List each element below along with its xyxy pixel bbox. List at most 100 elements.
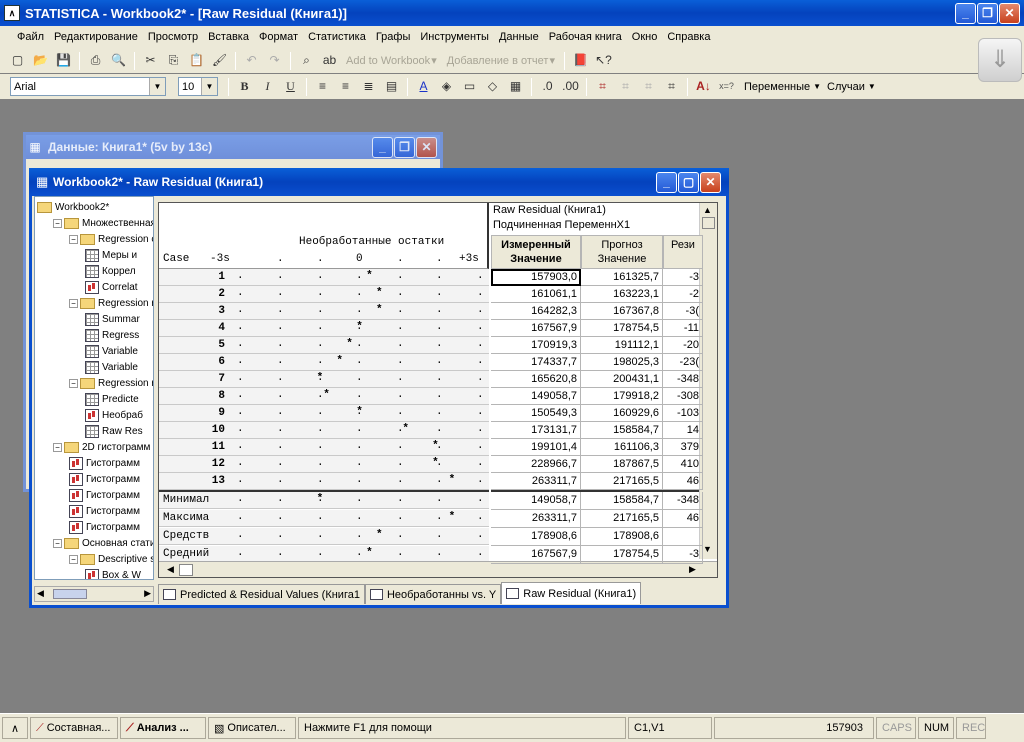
table-cell[interactable]: 170919,3 [491,337,581,354]
menu-item[interactable]: Файл [12,31,49,43]
workbook-window[interactable]: Workbook2* - Raw Residual (Книга1) ▦ _ ▢… [29,168,729,608]
menu-item[interactable]: Окно [627,31,663,43]
task-button-0[interactable]: ⟋ Составная... [30,717,118,739]
grid-icon[interactable]: ▦ [506,77,525,96]
table-cell[interactable]: 178754,5 [581,320,663,337]
font-color-icon[interactable]: A [414,77,433,96]
open-folder-icon[interactable]: 📂 [31,51,50,70]
data-restore-button[interactable]: ❐ [394,137,415,158]
tree-node[interactable]: Summar [85,311,140,327]
collapse-icon[interactable]: − [69,378,78,388]
spreadsheet-tool-icon[interactable]: ⌗ [639,77,658,96]
format-cells-icon[interactable]: ▤ [382,77,401,96]
collapse-icon[interactable]: − [53,538,62,548]
menu-item[interactable]: Данные [494,31,544,43]
spreadsheet-tool-icon[interactable]: ⌗ [662,77,681,96]
tree-node[interactable]: Гистограмм [69,471,140,487]
add-to-workbook-button[interactable]: Add to Workbook [346,55,430,67]
table-cell[interactable]: -348 [663,371,703,388]
tree-node[interactable]: − Regression r [69,295,153,311]
menu-item[interactable]: Графы [371,31,416,43]
collapse-icon[interactable]: − [69,554,78,564]
summary-cell[interactable]: 158584,7 [581,492,663,510]
print-icon[interactable]: ⎙ [86,51,105,70]
italic-button[interactable]: I [258,77,277,96]
summary-cell[interactable]: 217165,5 [581,510,663,528]
tree-node[interactable]: − Regression с [69,231,153,247]
scroll-right-icon[interactable]: ▶ [689,564,696,575]
context-help-icon[interactable]: ↖? [594,51,613,70]
column-header[interactable]: Рези [663,235,703,269]
close-button[interactable]: ✕ [999,3,1020,24]
task-button-1[interactable]: ⟋ Анализ ... [120,717,206,739]
bold-button[interactable]: B [235,77,254,96]
table-cell[interactable]: -3 [663,269,703,286]
table-cell[interactable]: 167367,8 [581,303,663,320]
increase-decimal-icon[interactable]: .0 [538,77,557,96]
cut-icon[interactable]: ✂ [141,51,160,70]
scroll-up-icon[interactable]: ▲ [703,205,712,215]
table-cell[interactable]: 228966,7 [491,456,581,473]
tree-node[interactable]: Variable [85,359,138,375]
copy-icon[interactable]: ⎘ [164,51,183,70]
table-cell[interactable]: 165620,8 [491,371,581,388]
workbook-close-button[interactable]: ✕ [700,172,721,193]
table-cell[interactable]: 157903,0 [491,269,581,286]
summary-cell[interactable]: 167567,9 [491,546,581,564]
tree-node[interactable]: Raw Res [85,423,143,439]
book-icon[interactable]: 📕 [571,51,590,70]
table-cell[interactable]: -23( [663,354,703,371]
tree-node[interactable]: − Regression r [69,375,153,391]
find-binoculars-icon[interactable]: ⌕ [297,51,316,70]
chevron-down-icon[interactable]: ▾ [431,54,437,67]
statistica-task-icon[interactable]: ∧ [2,717,28,739]
new-file-icon[interactable]: ▢ [8,51,27,70]
table-cell[interactable]: 379 [663,439,703,456]
summary-cell[interactable] [663,528,703,546]
format-painter-icon[interactable]: 🖌 [210,51,229,70]
menu-item[interactable]: Редактирование [49,31,143,43]
chevron-down-icon[interactable]: ▼ [813,82,821,91]
tree-node[interactable]: Коррел [85,263,136,279]
tree-node[interactable]: Box & W [85,567,141,579]
align-right-icon[interactable]: ≣ [359,77,378,96]
column-header[interactable]: Измеренный Значение [491,235,581,269]
summary-cell[interactable]: 178908,6 [581,528,663,546]
paste-icon[interactable]: 📋 [187,51,206,70]
summary-cell[interactable]: 149058,7 [491,492,581,510]
table-cell[interactable]: 200431,1 [581,371,663,388]
tree-node[interactable]: Correlat [85,279,138,295]
expand-arrow-icon[interactable]: ⇓ [978,38,1022,82]
sheet-tab[interactable]: Необработанны vs. Y [364,584,502,604]
sheet-tab[interactable]: Predicted & Residual Values (Книга1 [158,584,365,604]
table-cell[interactable]: 160929,6 [581,405,663,422]
table-cell[interactable]: -2 [663,286,703,303]
tree-node[interactable]: − 2D гистограмм [53,439,150,455]
undo-icon[interactable]: ↶ [242,51,261,70]
collapse-icon[interactable]: − [69,234,78,244]
fill-color-icon[interactable]: ◈ [437,77,456,96]
menu-item[interactable]: Статистика [303,31,371,43]
scroll-left-icon[interactable]: ◀ [167,564,174,575]
table-cell[interactable]: 179918,2 [581,388,663,405]
table-cell[interactable]: 163223,1 [581,286,663,303]
tree-scroll-thumb[interactable] [53,589,87,599]
menu-item[interactable]: Справка [662,31,715,43]
tree-node[interactable]: Гистограмм [69,503,140,519]
tree-node[interactable]: Необраб [85,407,143,423]
table-cell[interactable]: -11 [663,320,703,337]
redo-icon[interactable]: ↷ [265,51,284,70]
sheet-tab[interactable]: Raw Residual (Книга1) [501,582,642,604]
menu-item[interactable]: Вставка [203,31,254,43]
minimize-button[interactable]: _ [955,3,976,24]
scroll-down-icon[interactable]: ▼ [703,544,712,554]
collapse-icon[interactable]: − [69,298,78,308]
chevron-down-icon[interactable]: ▼ [201,78,217,95]
table-cell[interactable]: 187867,5 [581,456,663,473]
save-icon[interactable]: 💾 [54,51,73,70]
print-preview-icon[interactable]: 🔍 [109,51,128,70]
variables-menu[interactable]: Переменные [744,81,810,93]
add-to-report-button[interactable]: Добавление в отчет [447,55,549,67]
data-close-button[interactable]: ✕ [416,137,437,158]
table-cell[interactable]: 149058,7 [491,388,581,405]
